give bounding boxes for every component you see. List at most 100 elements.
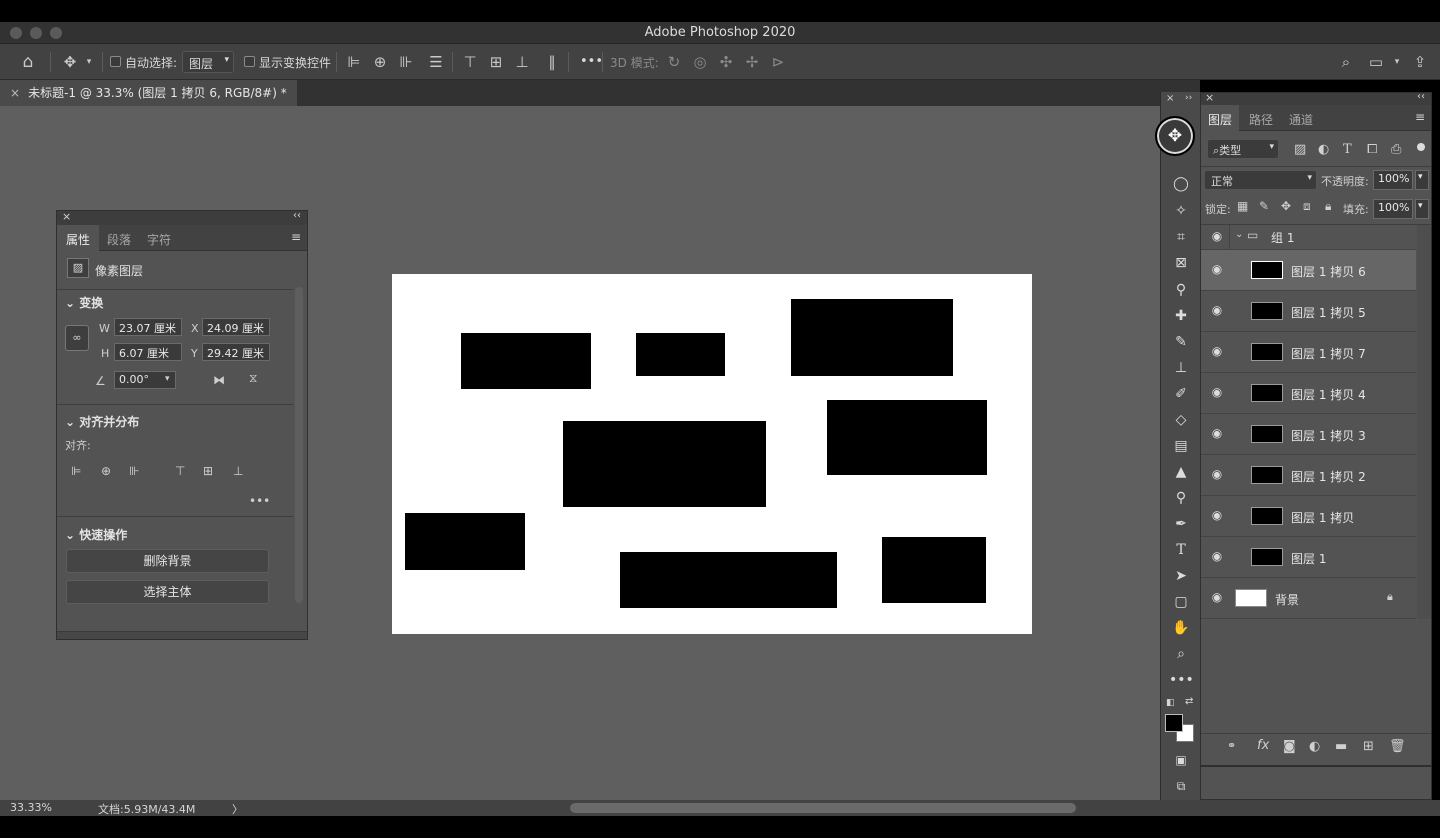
panel-scrollbar[interactable] (295, 287, 303, 603)
chevron-down-icon[interactable]: ▾ (1390, 52, 1404, 72)
select-subject-button[interactable]: 选择主体 (66, 580, 269, 604)
width-field[interactable]: 23.07 厘米 (114, 318, 182, 336)
eraser-icon[interactable]: ◇ (1169, 408, 1193, 432)
tab-paths[interactable]: 路径 (1241, 105, 1281, 131)
lock-pixels-icon[interactable]: ✎ (1259, 199, 1269, 213)
document-canvas[interactable] (392, 274, 1032, 634)
canvas-rectangle[interactable] (882, 537, 986, 603)
eye-icon[interactable]: ◉ (1209, 508, 1225, 524)
y-position-field[interactable]: 29.42 厘米 (202, 343, 270, 361)
move-tool-button[interactable]: ✥ (1155, 116, 1195, 156)
quick-actions-section-header[interactable]: ⌄ 快速操作 (65, 526, 127, 543)
background-layer-row[interactable]: ◉ 背景 🔒︎ (1201, 578, 1416, 619)
stamp-icon[interactable]: ⊥ (1169, 356, 1193, 380)
crop-icon[interactable]: ⌗ (1169, 225, 1193, 249)
share-icon[interactable]: ⇪ (1410, 52, 1430, 72)
filter-adjustment-icon[interactable]: ◐ (1318, 142, 1329, 157)
path-selection-icon[interactable]: ➤ (1169, 564, 1193, 588)
eye-icon[interactable]: ◉ (1209, 262, 1225, 278)
workspace-icon[interactable]: ▭ (1366, 52, 1386, 72)
zoom-level[interactable]: 33.33% (10, 801, 52, 814)
fill-field[interactable]: 100% (1373, 199, 1413, 219)
blend-mode-dropdown[interactable]: 正常 ▾ (1204, 170, 1317, 190)
collapse-icon[interactable]: ‹‹ (1417, 91, 1425, 102)
eye-icon[interactable]: ◉ (1209, 590, 1225, 606)
eye-icon[interactable]: ◉ (1209, 549, 1225, 565)
eye-icon[interactable]: ◉ (1209, 467, 1225, 483)
align-left-icon[interactable]: ⊫ (344, 52, 364, 72)
fx-icon[interactable]: fx (1257, 738, 1269, 753)
close-icon[interactable]: × (62, 210, 71, 223)
3d-scale-icon[interactable]: ⊳ (768, 52, 788, 72)
layer-row[interactable]: ◉ 图层 1 拷贝 6 (1201, 250, 1416, 291)
link-dimensions-icon[interactable]: ∞ (65, 325, 89, 351)
layers-scrollbar[interactable] (1417, 225, 1431, 619)
default-colors-icon[interactable]: ◧ (1166, 698, 1175, 708)
opacity-field[interactable]: 100% (1373, 170, 1413, 190)
rectangle-shape-icon[interactable]: ▢ (1169, 590, 1193, 614)
tab-character[interactable]: 字符 (139, 225, 179, 251)
transform-section-header[interactable]: ⌄ 变换 (65, 294, 103, 311)
screen-mode-icon[interactable]: ⧉ (1169, 774, 1193, 798)
align-vcenter-icon[interactable]: ⊞ (203, 464, 213, 478)
eye-icon[interactable]: ◉ (1209, 229, 1225, 245)
align-left-icon[interactable]: ⊫ (71, 464, 81, 478)
show-transform-checkbox[interactable] (244, 56, 255, 67)
add-mask-icon[interactable]: ◙ (1283, 739, 1296, 754)
more-options-icon[interactable]: ••• (580, 54, 603, 69)
tab-layers[interactable]: 图层 (1201, 105, 1239, 131)
type-tool-icon[interactable]: T (1169, 538, 1193, 562)
align-vcenter-icon[interactable]: ⊞ (486, 52, 506, 72)
tab-paragraph[interactable]: 段落 (99, 225, 139, 251)
layer-row[interactable]: ◉ 图层 1 (1201, 537, 1416, 578)
align-hcenter-icon[interactable]: ⊕ (101, 464, 111, 478)
status-menu-arrow[interactable]: 〉 (232, 801, 243, 817)
auto-select-dropdown[interactable]: 图层 ▾ (182, 51, 234, 73)
dodge-icon[interactable]: ⚲ (1169, 486, 1193, 510)
close-tab-icon[interactable]: × (10, 86, 20, 100)
eye-icon[interactable]: ◉ (1209, 344, 1225, 360)
frame-icon[interactable]: ⊠ (1169, 251, 1193, 275)
link-layers-icon[interactable]: ⚭ (1227, 739, 1236, 752)
align-top-icon[interactable]: ⊤ (175, 464, 185, 478)
panel-resize-handle[interactable] (57, 631, 307, 639)
lock-transparency-icon[interactable]: ▦ (1237, 199, 1248, 213)
close-icon[interactable]: × (1166, 93, 1174, 104)
brush-icon[interactable]: ✎ (1169, 330, 1193, 354)
adjustment-layer-icon[interactable]: ◐ (1309, 739, 1320, 754)
lock-all-icon[interactable]: 🔒︎ (1325, 199, 1331, 214)
align-right-icon[interactable]: ⊪ (129, 464, 139, 478)
canvas-rectangle[interactable] (620, 552, 837, 608)
eye-icon[interactable]: ◉ (1209, 303, 1225, 319)
align-right-icon[interactable]: ⊪ (396, 52, 416, 72)
healing-brush-icon[interactable]: ✚ (1169, 304, 1193, 328)
layer-row[interactable]: ◉ 图层 1 拷贝 7 (1201, 332, 1416, 373)
swap-colors-icon[interactable]: ⇄ (1185, 696, 1193, 707)
align-top-icon[interactable]: ⊤ (460, 52, 480, 72)
flip-vertical-icon[interactable]: ⧖ (249, 371, 257, 386)
height-field[interactable]: 6.07 厘米 (114, 343, 182, 361)
align-hcenter-icon[interactable]: ⊕ (370, 52, 390, 72)
close-icon[interactable]: × (1205, 91, 1214, 104)
more-align-icon[interactable]: ••• (249, 494, 270, 508)
chevron-down-icon[interactable]: ▾ (1415, 199, 1429, 219)
canvas-rectangle[interactable] (563, 421, 766, 507)
panel-menu-icon[interactable]: ≡ (1415, 110, 1425, 124)
remove-background-button[interactable]: 删除背景 (66, 549, 269, 573)
expand-icon[interactable]: ›› (1185, 93, 1192, 103)
auto-select-checkbox[interactable] (110, 56, 121, 67)
blur-icon[interactable]: ▲ (1169, 460, 1193, 484)
filter-type-icon[interactable]: T (1343, 142, 1352, 157)
layer-group-row[interactable]: ◉ ⌄ ▭ 组 1 (1201, 225, 1416, 250)
distribute-vertical-icon[interactable]: ∥ (542, 52, 562, 72)
layer-row[interactable]: ◉ 图层 1 拷贝 2 (1201, 455, 1416, 496)
3d-orbit-icon[interactable]: ↻ (664, 52, 684, 72)
lock-position-icon[interactable]: ✥ (1281, 199, 1291, 213)
filter-pixel-icon[interactable]: ▨ (1294, 142, 1306, 157)
chevron-down-icon[interactable]: ▾ (82, 52, 96, 72)
chevron-down-icon[interactable]: ▾ (1415, 170, 1429, 190)
chevron-down-icon[interactable]: ▾ (165, 374, 170, 384)
distribute-horizontal-icon[interactable]: ☰ (426, 52, 446, 72)
align-bottom-icon[interactable]: ⊥ (512, 52, 532, 72)
quick-mask-icon[interactable]: ▣ (1169, 748, 1193, 772)
